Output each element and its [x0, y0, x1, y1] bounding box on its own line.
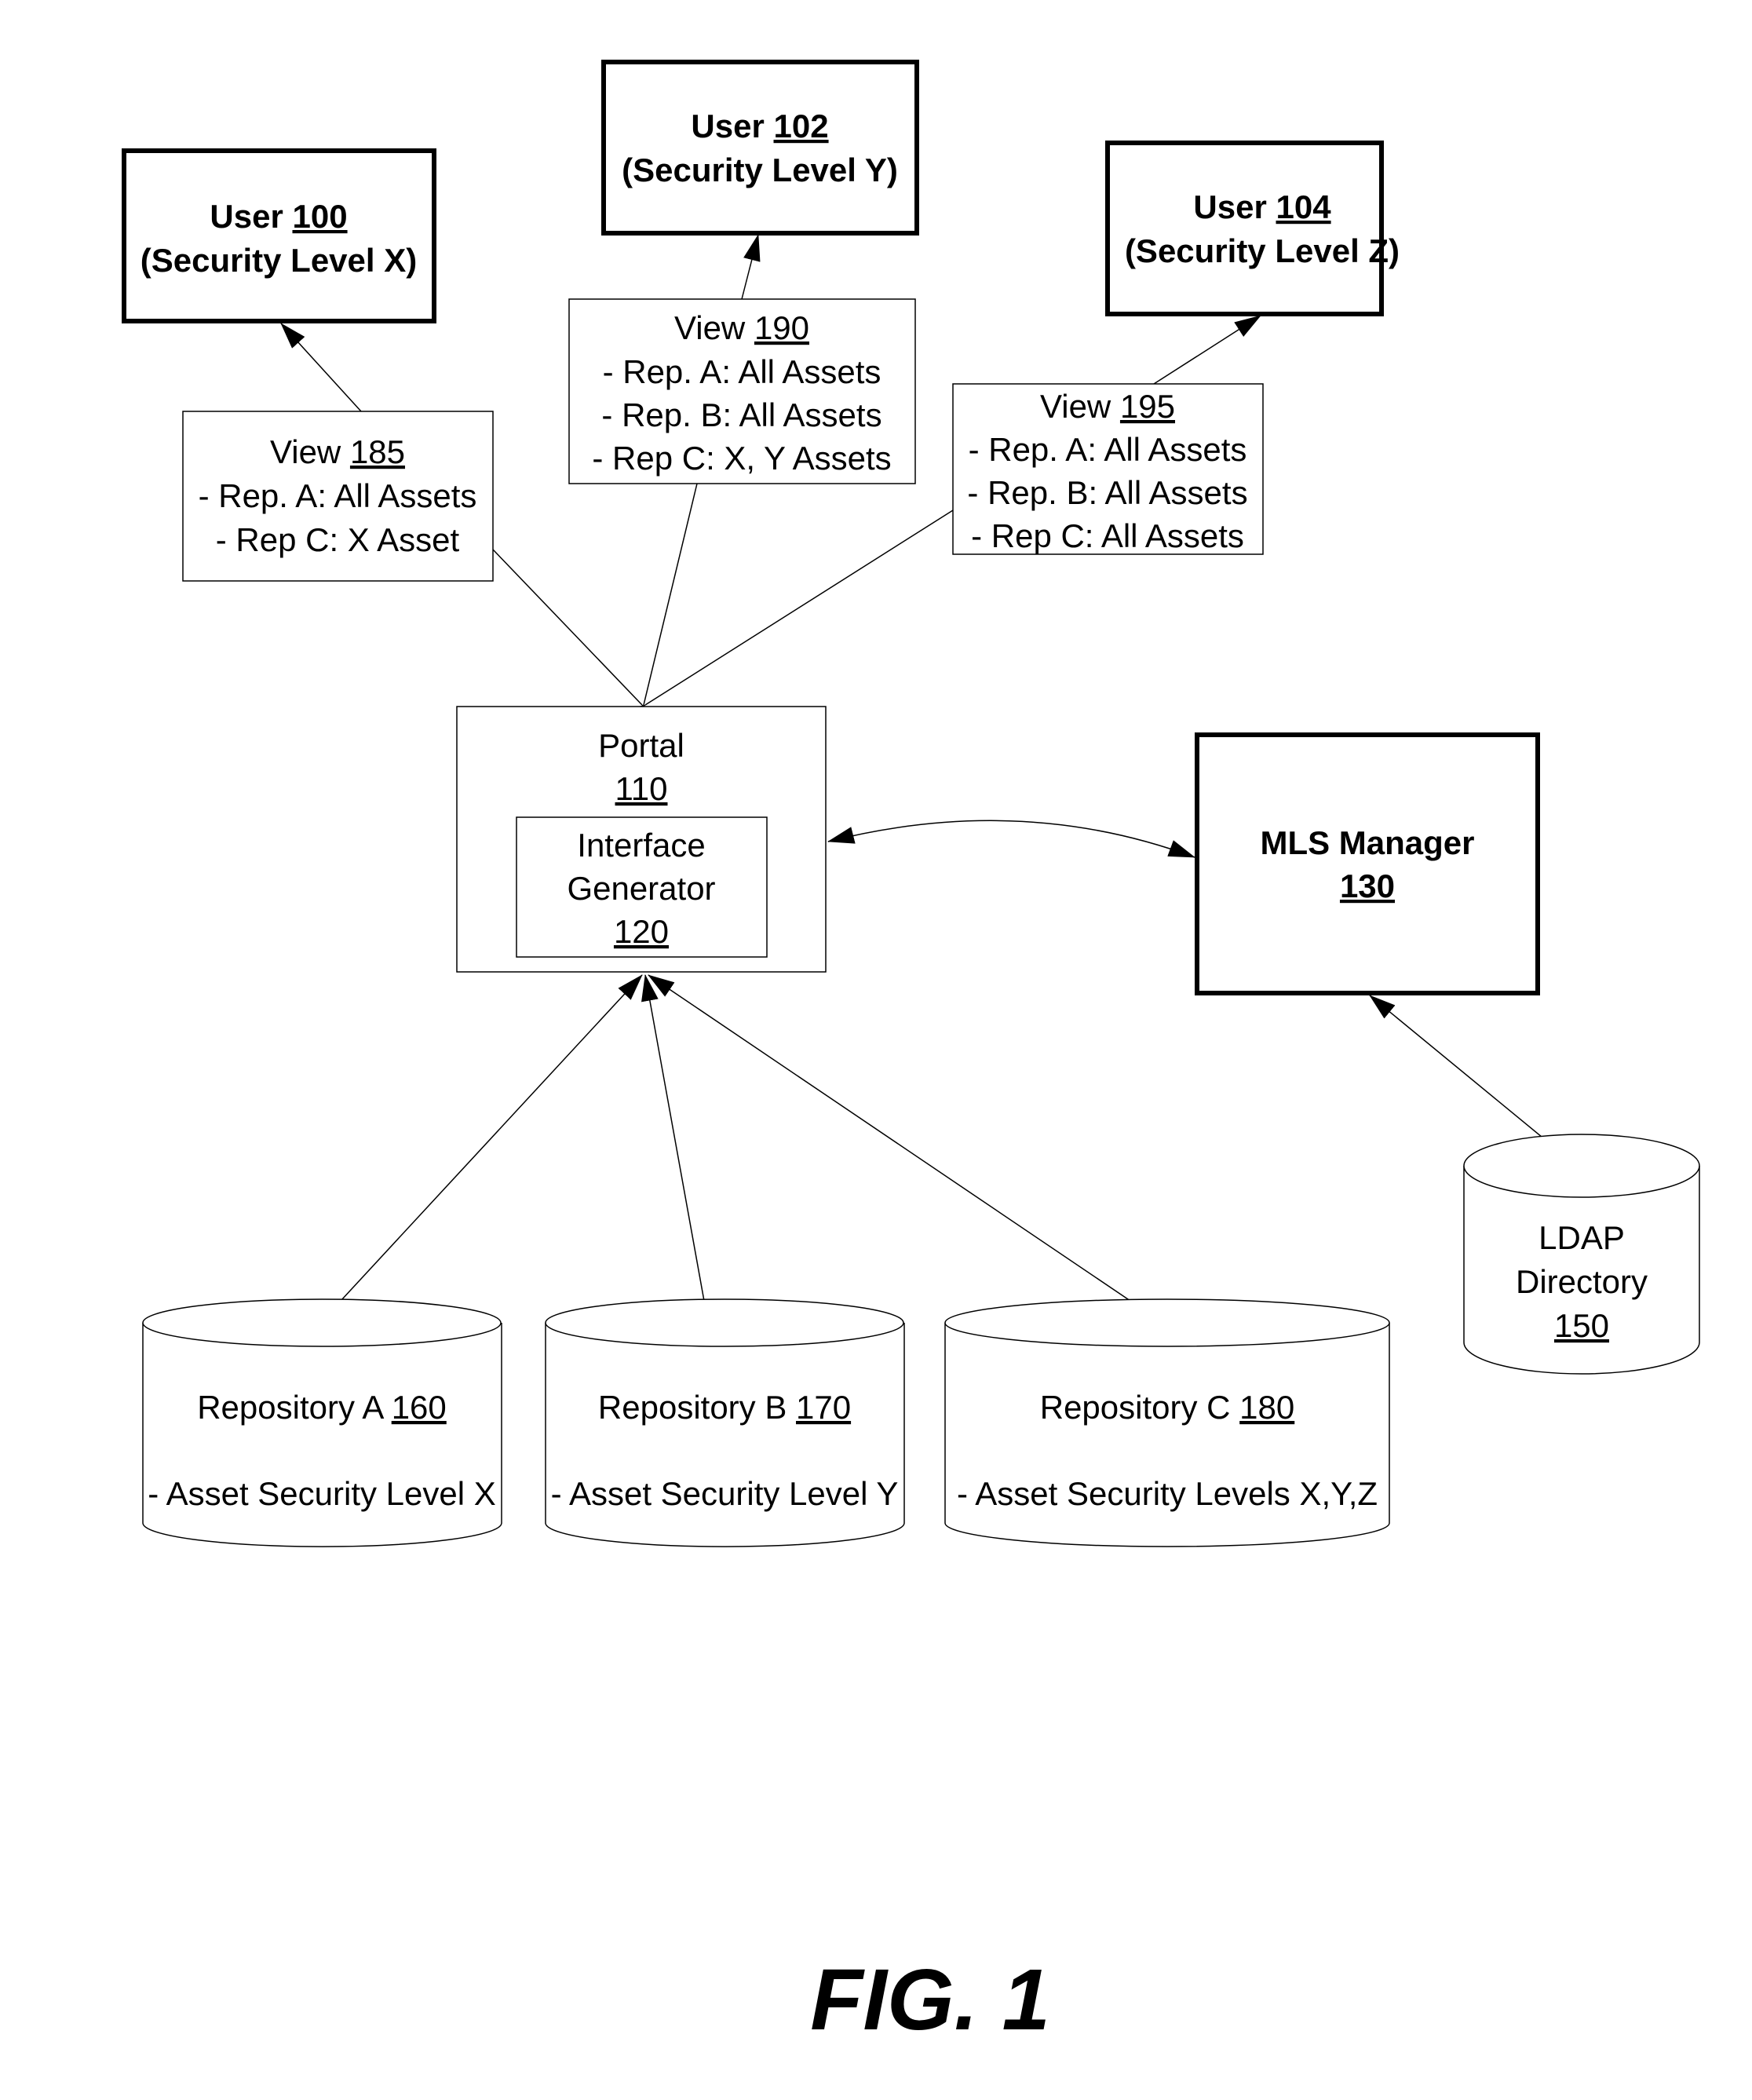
svg-text:120: 120	[614, 913, 669, 950]
mls-manager-box: MLS Manager 130	[1195, 732, 1540, 995]
user-104-box: User 104 (Security Level Z)	[1105, 141, 1400, 316]
arrow-view185-to-user100	[280, 323, 362, 412]
arrow-view190-to-user102	[741, 234, 761, 300]
svg-text:Repository A 160: Repository A 160	[197, 1389, 447, 1426]
portal-box: Portal 110 Interface Generator 120	[456, 706, 827, 973]
svg-text:- Rep C: X Asset: - Rep C: X Asset	[216, 521, 460, 558]
arrow-portal-to-view190	[629, 483, 698, 732]
interface-generator-box: Interface Generator 120	[516, 816, 768, 958]
view-190-box: View 190 - Rep. A: All Assets - Rep. B: …	[568, 298, 916, 484]
user-102-box: User 102 (Security Level Y)	[601, 60, 919, 236]
svg-text:150: 150	[1554, 1307, 1609, 1344]
svg-text:- Asset Security Levels X,Y,Z: - Asset Security Levels X,Y,Z	[957, 1475, 1378, 1512]
svg-text:MLS Manager: MLS Manager	[1260, 824, 1474, 861]
figure-label: FIG. 1	[810, 1952, 1050, 2048]
repository-b-cylinder: Repository B 170 - Asset Security Level …	[545, 1298, 905, 1547]
repository-a-cylinder: Repository A 160 - Asset Security Level …	[142, 1298, 502, 1547]
svg-text:(Security Level Z): (Security Level Z)	[1125, 232, 1400, 269]
view-195-box: View 195 - Rep. A: All Assets - Rep. B: …	[952, 383, 1264, 555]
svg-text:View 195: View 195	[1040, 388, 1175, 425]
arrow-portal-mls-bidirectional	[827, 820, 1195, 858]
svg-text:Portal: Portal	[598, 727, 684, 764]
svg-text:- Rep. B: All Assets: - Rep. B: All Assets	[967, 474, 1247, 511]
arrow-view195-to-user104	[1153, 315, 1261, 385]
svg-text:110: 110	[615, 770, 668, 807]
svg-text:View 190: View 190	[674, 309, 809, 346]
svg-text:Interface: Interface	[577, 827, 705, 864]
arrow-portal-to-view195	[619, 509, 954, 726]
svg-text:- Asset Security Level Y: - Asset Security Level Y	[551, 1475, 899, 1512]
svg-text:- Rep. A: All Assets: - Rep. A: All Assets	[969, 431, 1247, 468]
arrow-repoA-to-portal	[321, 974, 643, 1322]
user-100-box: User 100 (Security Level X)	[122, 148, 436, 323]
svg-text:(Security Level Y): (Security Level Y)	[622, 152, 898, 188]
arrow-repoB-to-portal	[641, 974, 705, 1302]
svg-text:View 185: View 185	[270, 433, 405, 470]
svg-text:130: 130	[1340, 867, 1395, 904]
svg-text:Generator: Generator	[567, 870, 715, 907]
svg-text:User 100: User 100	[210, 198, 347, 235]
svg-text:- Rep C: X, Y Assets: - Rep C: X, Y Assets	[592, 440, 891, 477]
ldap-directory-cylinder: LDAP Directory 150	[1463, 1134, 1700, 1375]
arrow-repoC-to-portal	[648, 974, 1131, 1302]
svg-text:- Rep. A: All Assets: - Rep. A: All Assets	[603, 353, 881, 390]
svg-text:User 104: User 104	[1193, 188, 1331, 225]
svg-text:User 102: User 102	[691, 108, 828, 144]
svg-text:LDAP: LDAP	[1538, 1219, 1625, 1256]
system-diagram: User 100 (Security Level X) User 102 (Se…	[122, 60, 1700, 2048]
arrow-portal-to-view185	[492, 549, 666, 730]
svg-text:Repository C 180: Repository C 180	[1040, 1389, 1295, 1426]
view-185-box: View 185 - Rep. A: All Assets - Rep C: X…	[182, 411, 494, 582]
svg-text:Directory: Directory	[1516, 1263, 1648, 1300]
repository-c-cylinder: Repository C 180 - Asset Security Levels…	[944, 1298, 1390, 1547]
svg-text:- Rep. A: All Assets: - Rep. A: All Assets	[199, 477, 477, 514]
svg-text:- Rep C: All Assets: - Rep C: All Assets	[971, 517, 1244, 554]
svg-text:- Rep. B: All Assets: - Rep. B: All Assets	[601, 396, 881, 433]
svg-text:(Security Level X): (Security Level X)	[141, 242, 417, 279]
svg-text:- Asset Security Level X: - Asset Security Level X	[148, 1475, 496, 1512]
svg-text:Repository B 170: Repository B 170	[598, 1389, 851, 1426]
